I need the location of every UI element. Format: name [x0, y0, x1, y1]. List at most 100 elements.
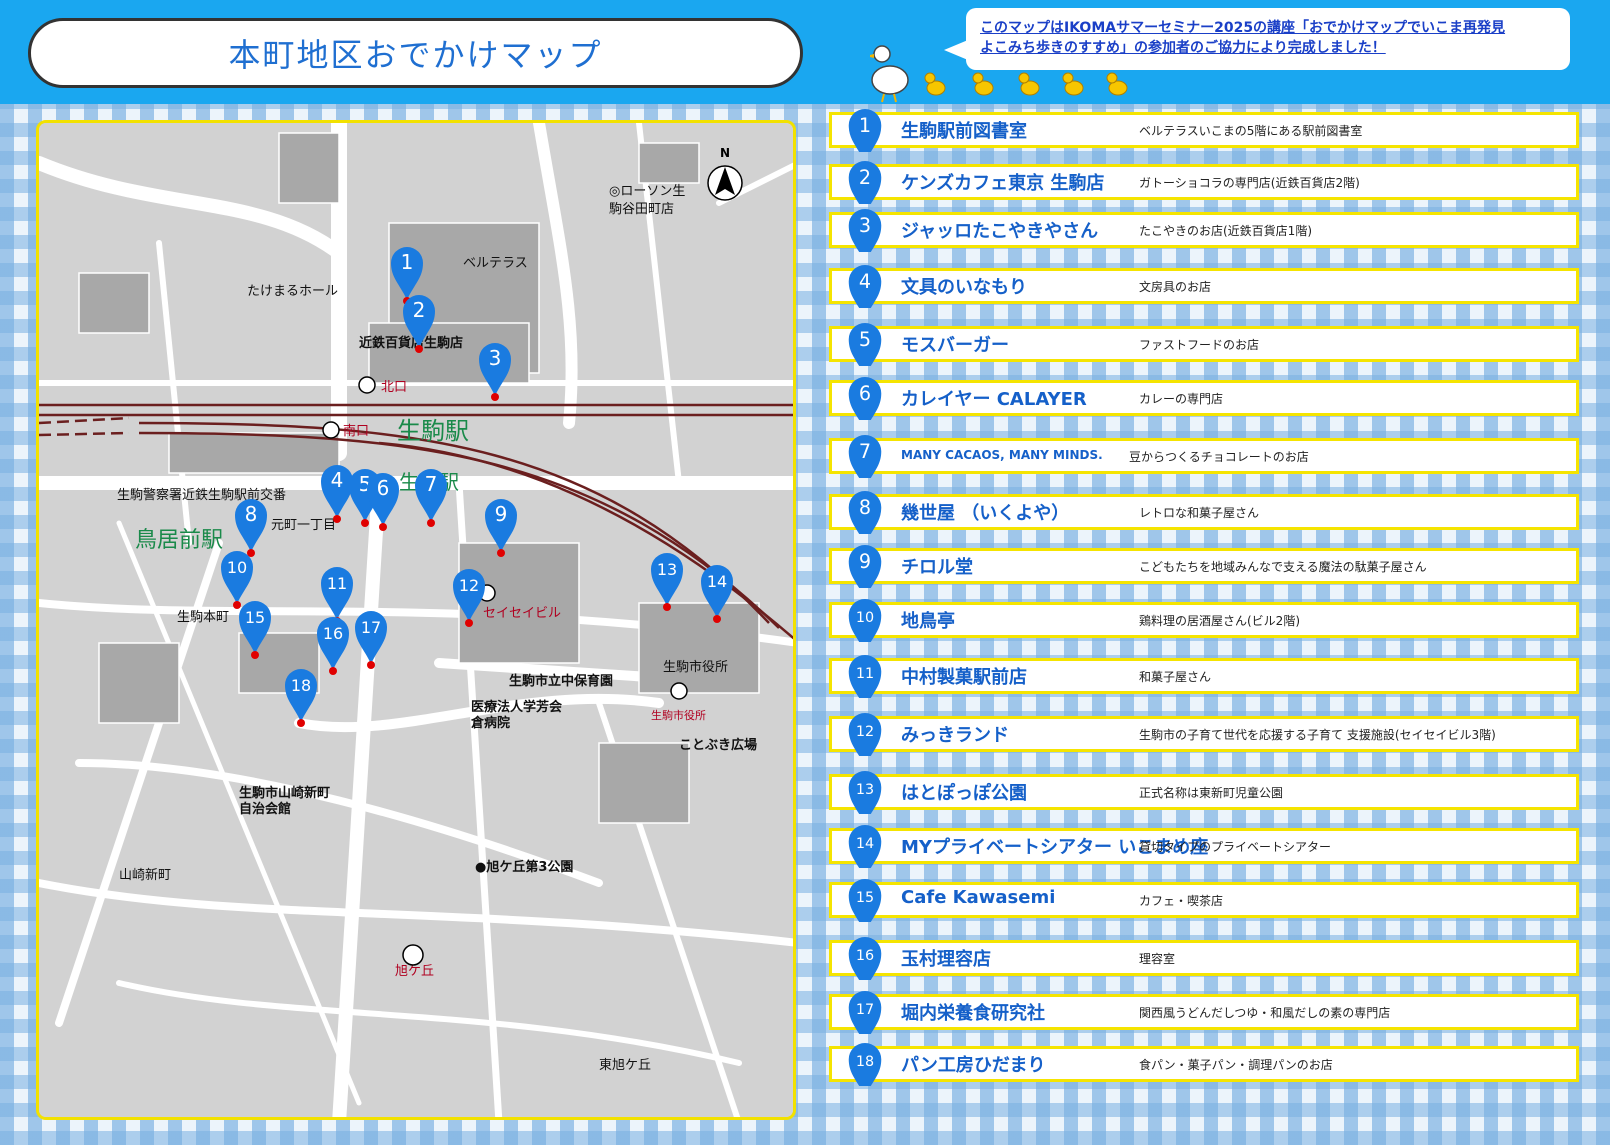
label-jichikai-2: 自治会館: [239, 801, 291, 817]
map-pin-number: 12: [459, 576, 479, 595]
map-pin-number: 6: [377, 476, 390, 500]
map-pin-number: 16: [323, 624, 343, 643]
label-kitaguchi: 北口: [381, 380, 407, 395]
legend-pin-number: 15: [856, 890, 874, 906]
spot-description: 和菓子屋さん: [1139, 670, 1212, 684]
legend-row-3[interactable]: 3 ジャッロたこやきやさん たこやきのお店(近鉄百貨店1階): [829, 208, 1579, 252]
map-pin-number: 15: [245, 608, 265, 627]
legend-row-8[interactable]: 8 幾世屋 （いくよや） レトロな和菓子屋さん: [829, 490, 1579, 534]
legend-row-2[interactable]: 2 ケンズカフェ東京 生駒店 ガトーショコラの専門店(近鉄百貨店2階): [829, 160, 1579, 204]
spot-name: はとぽっぽ公園: [901, 783, 1027, 804]
legend-row-12[interactable]: 12 みっきランド 生駒市の子育て世代を応援する子育て 支援施設(セイセイビル3階): [829, 712, 1579, 756]
area-map[interactable]: N ◎ローソン生 駒谷田町店 ベルテラス たけまるホール 近鉄百貨店生駒店 北口…: [36, 120, 796, 1120]
label-motomachi: 元町一丁目: [271, 518, 336, 533]
legend-pin-number: 1: [859, 114, 871, 137]
label-lawson-2: 駒谷田町店: [609, 202, 674, 217]
legend-row-13[interactable]: 13 はとぽっぽ公園 正式名称は東新町児童公園: [829, 770, 1579, 814]
spot-description: カレーの専門店: [1139, 392, 1224, 406]
legend-row-4[interactable]: 4 文具のいなもり 文房具のお店: [829, 264, 1579, 308]
legend-row-14[interactable]: 14 MYプライベートシアター いこまめ座 貸切タイプのプライベートシアター: [829, 824, 1579, 868]
legend-pin-number: 18: [856, 1054, 874, 1070]
spot-name: カレイヤー CALAYER: [901, 389, 1087, 410]
legend-row-5[interactable]: 5 モスバーガー ファストフードのお店: [829, 322, 1579, 366]
legend-row-9[interactable]: 9 チロル堂 こどもたちを地域みんなで支える魔法の駄菓子屋さん: [829, 544, 1579, 588]
spot-dot: [251, 651, 259, 659]
pin-icon: 16: [848, 936, 882, 980]
spot-name: 中村製菓駅前店: [901, 667, 1027, 688]
legend-row-15[interactable]: 15 Cafe Kawasemi カフェ・喫茶店: [829, 878, 1579, 922]
spot-name: 文具のいなもり: [901, 277, 1027, 298]
pin-icon: 13: [848, 770, 882, 814]
duckling-icon: [1106, 72, 1128, 96]
legend-pin-number: 6: [859, 382, 871, 405]
pin-icon: 5: [848, 322, 882, 366]
spot-dot: [233, 601, 241, 609]
spot-dot: [333, 515, 341, 523]
spot-description: こどもたちを地域みんなで支える魔法の駄菓子屋さん: [1139, 560, 1427, 574]
label-jichikai-1: 生駒市山崎新町: [239, 785, 330, 801]
legend-pin-number: 8: [859, 496, 871, 519]
spot-dot: [297, 719, 305, 727]
spot-dot: [361, 519, 369, 527]
label-lawson-1: ◎ローソン生: [609, 184, 685, 199]
map-pin-number: 18: [291, 676, 311, 695]
legend-row-6[interactable]: 6 カレイヤー CALAYER カレーの専門店: [829, 376, 1579, 420]
legend-row-18[interactable]: 18 パン工房ひだまり 食パン・菓子パン・調理パンのお店: [829, 1042, 1579, 1086]
legend-row-7[interactable]: 7 MANY CACAOS, MANY MINDS. 豆からつくるチョコレートのお店: [829, 434, 1579, 478]
spot-name: Cafe Kawasemi: [901, 887, 1056, 908]
label-hospital-1: 医療法人学芳会: [471, 699, 563, 715]
legend-row-16[interactable]: 16 玉村理容店 理容室: [829, 936, 1579, 980]
pin-icon: 12: [848, 712, 882, 756]
spot-name: ジャッロたこやきやさん: [901, 221, 1099, 242]
pin-icon: 7: [848, 434, 882, 478]
pin-icon: 18: [848, 1042, 882, 1086]
legend-row-11[interactable]: 11 中村製菓駅前店 和菓子屋さん: [829, 654, 1579, 698]
legend-row-10[interactable]: 10 地鳥亭 鶏料理の居酒屋さん(ビル2階): [829, 598, 1579, 642]
map-pin-number: 10: [227, 558, 247, 577]
label-honmachi: 生駒本町: [177, 610, 229, 625]
legend-pin-number: 10: [856, 610, 874, 626]
spot-name: モスバーガー: [901, 335, 1009, 356]
legend-pin-number: 13: [856, 782, 874, 798]
label-yamazaki: 山崎新町: [119, 867, 171, 883]
legend-pin-number: 2: [859, 166, 871, 189]
bus-stop-icon: [322, 421, 340, 439]
label-cityhall-bus: 生駒市役所: [651, 708, 706, 722]
spot-name: 幾世屋 （いくよや）: [901, 503, 1070, 524]
label-hoikuen: 生駒市立中保育園: [509, 673, 613, 689]
legend-row-1[interactable]: 1 生駒駅前図書室 ベルテラスいこまの5階にある駅前図書室: [829, 108, 1579, 152]
label-higashi: 東旭ケ丘: [599, 1057, 651, 1073]
legend-pin-number: 12: [856, 724, 874, 740]
map-pin-number: 11: [327, 574, 347, 593]
spot-description: 理容室: [1139, 952, 1176, 966]
pin-icon: 15: [848, 878, 882, 922]
bus-stop-icon: [358, 376, 376, 394]
legend-pin-number: 3: [859, 214, 871, 237]
spot-dot: [367, 661, 375, 669]
label-cityhall: 生駒市役所: [663, 659, 728, 675]
spot-dot: [497, 549, 505, 557]
map-pin-number: 9: [495, 502, 508, 526]
duck-large-icon: [870, 45, 909, 103]
header-band: 本町地区おでかけマップ このマップはIKOMAサマーセミナー2025の講座「おで…: [0, 0, 1610, 104]
spot-dot: [329, 667, 337, 675]
label-seiseibiru: セイセイビル: [483, 606, 561, 621]
spot-description: 文房具のお店: [1139, 280, 1212, 294]
spot-name: 生駒駅前図書室: [901, 121, 1027, 142]
spot-name: みっきランド: [901, 725, 1009, 746]
pin-icon: 17: [848, 990, 882, 1034]
legend-pin-number: 4: [859, 270, 871, 293]
spot-name: 堀内栄養食研究社: [901, 1003, 1045, 1024]
legend-pin-number: 5: [859, 328, 871, 351]
legend-row-17[interactable]: 17 堀内栄養食研究社 関西風うどんだしつゆ・和風だしの素の専門店: [829, 990, 1579, 1034]
spot-description: 生駒市の子育て世代を応援する子育て 支援施設(セイセイビル3階): [1139, 728, 1496, 742]
map-pin-number: 1: [401, 250, 414, 274]
notice-bubble: このマップはIKOMAサマーセミナー2025の講座「おでかけマップでいこま再発見…: [944, 8, 1570, 70]
spot-description: 豆からつくるチョコレートのお店: [1129, 450, 1309, 464]
spot-name: 地鳥亭: [901, 611, 955, 632]
map-pin-number: 13: [657, 560, 677, 579]
label-belterrace: ベルテラス: [463, 256, 528, 271]
map-canvas[interactable]: N ◎ローソン生 駒谷田町店 ベルテラス たけまるホール 近鉄百貨店生駒店 北口…: [39, 123, 796, 1120]
pin-icon: 1: [848, 108, 882, 152]
label-station-big: 生駒駅: [397, 417, 469, 445]
